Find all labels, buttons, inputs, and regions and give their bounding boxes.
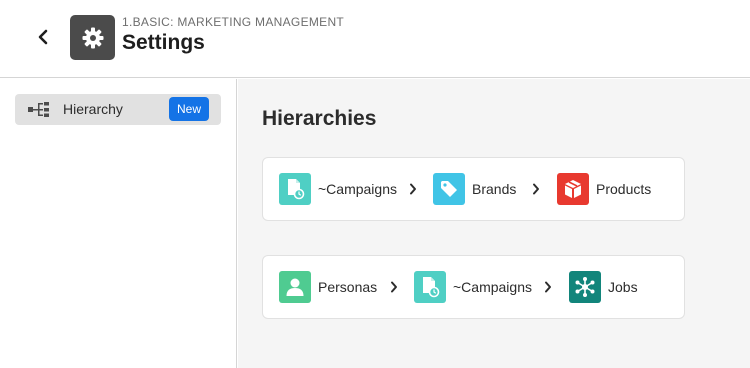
chevron-right-icon <box>389 280 399 294</box>
main-content: Hierarchies ~Campaigns Brands Products P… <box>238 79 750 368</box>
new-badge: New <box>169 97 209 121</box>
hierarchy-node-label: Personas <box>318 279 378 295</box>
hierarchy-node-jobs[interactable]: Jobs <box>569 271 638 303</box>
sidebar-item-label: Hierarchy <box>63 101 123 117</box>
header-bar: 1.BASIC: MARKETING MANAGEMENT Settings <box>0 0 750 78</box>
chevron-right-icon <box>408 182 418 196</box>
hierarchy-node-campaigns[interactable]: ~Campaigns <box>414 271 532 303</box>
back-button[interactable] <box>30 24 56 50</box>
gear-icon <box>82 27 103 48</box>
page-title: Settings <box>122 31 205 54</box>
settings-app-icon <box>70 15 115 60</box>
hierarchy-node-label: Jobs <box>608 279 638 295</box>
campaign-document-icon <box>279 173 311 205</box>
campaign-document-icon <box>414 271 446 303</box>
package-icon <box>557 173 589 205</box>
hierarchy-icon <box>28 102 49 117</box>
hierarchy-node-products[interactable]: Products <box>557 173 651 205</box>
hierarchy-node-campaigns[interactable]: ~Campaigns <box>279 173 397 205</box>
hierarchy-node-label: ~Campaigns <box>318 181 397 197</box>
person-icon <box>279 271 311 303</box>
hierarchy-card[interactable]: Personas ~Campaigns Jobs <box>262 255 685 319</box>
hierarchy-node-label: ~Campaigns <box>453 279 532 295</box>
hierarchy-node-label: Brands <box>472 181 517 197</box>
chevron-left-icon <box>38 29 48 45</box>
network-icon <box>569 271 601 303</box>
tag-icon <box>433 173 465 205</box>
hierarchy-node-personas[interactable]: Personas <box>279 271 377 303</box>
section-title: Hierarchies <box>262 107 377 130</box>
chevron-right-icon <box>543 280 553 294</box>
sidebar-item-hierarchy[interactable]: Hierarchy New <box>15 94 221 125</box>
hierarchy-node-label: Products <box>596 181 652 197</box>
hierarchy-node-brands[interactable]: Brands <box>433 173 516 205</box>
sidebar: Hierarchy New <box>0 79 237 368</box>
hierarchy-card[interactable]: ~Campaigns Brands Products <box>262 157 685 221</box>
chevron-right-icon <box>531 182 541 196</box>
breadcrumb: 1.BASIC: MARKETING MANAGEMENT <box>122 15 345 29</box>
